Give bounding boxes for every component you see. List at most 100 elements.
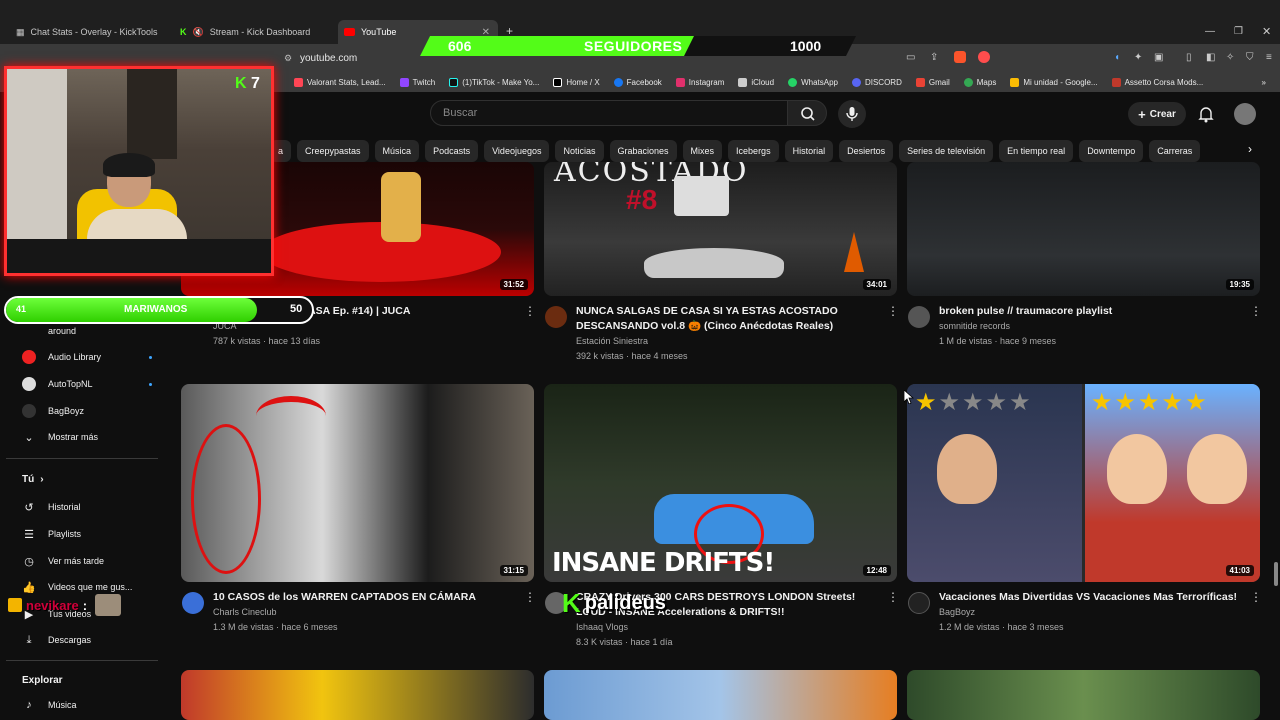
more-options-icon[interactable]: ⋮ [1250, 590, 1262, 604]
chip-musica[interactable]: Música [374, 140, 420, 162]
bookmark-icloud[interactable]: iCloud [738, 77, 774, 87]
channel-avatar[interactable] [545, 306, 567, 328]
close-window-button[interactable]: ✕ [1262, 25, 1271, 38]
sidebar-item-watch-later[interactable]: ◷ Ver más tarde [22, 554, 152, 568]
channel-avatar[interactable] [908, 592, 930, 614]
video-thumbnail[interactable]: ACOSTADO #8 34:01 [544, 162, 897, 296]
chip-grabaciones[interactable]: Grabaciones [609, 140, 677, 162]
bookmark-assetto[interactable]: Assetto Corsa Mods... [1111, 77, 1203, 87]
channel-avatar[interactable] [182, 592, 204, 614]
bookmark-x[interactable]: Home / X [553, 77, 600, 87]
sidebar-item-playlists[interactable]: ☰ Playlists [22, 527, 152, 541]
chip-carreras[interactable]: Carreras [1149, 140, 1201, 162]
chip-series-tv[interactable]: Series de televisión [899, 140, 994, 162]
channel-name[interactable]: Charls Cineclub [213, 605, 277, 620]
video-thumbnail[interactable]: INSANE DRIFTS! 12:48 [544, 384, 897, 582]
account-avatar[interactable] [1234, 103, 1256, 125]
shield-icon[interactable]: ⛉ [1246, 52, 1254, 63]
you-section-header[interactable]: Tú › [22, 474, 152, 485]
chip-tiempo-real[interactable]: En tiempo real [999, 140, 1074, 162]
page-scrollbar[interactable] [1274, 562, 1278, 586]
share-icon[interactable]: ⇪ [930, 52, 938, 63]
bookmark-tiktok[interactable]: (1)TikTok - Make Yo... [449, 77, 539, 87]
subscription-bagboyz[interactable]: BagBoyz [22, 404, 152, 418]
thumbnail-cone [844, 232, 864, 272]
minimize-button[interactable]: — [1205, 26, 1215, 37]
bookmark-gmail[interactable]: Gmail [915, 77, 950, 87]
bookmark-valorant[interactable]: Valorant Stats, Lead... [294, 77, 386, 87]
url-field[interactable]: youtube.com [300, 53, 357, 64]
show-more-button[interactable]: ⌄ Mostrar más [22, 430, 152, 444]
video-title[interactable]: Vacaciones Mas Divertidas VS Vacaciones … [939, 590, 1239, 605]
video-thumbnail[interactable] [544, 670, 897, 720]
more-options-icon[interactable]: ⋮ [887, 304, 899, 318]
video-thumbnail[interactable]: ★★★★★ ★★★★★ 41:03 [907, 384, 1260, 582]
channel-name[interactable]: somnitide records [939, 319, 1010, 334]
search-input[interactable]: Buscar [430, 100, 788, 126]
audio-icon[interactable]: ◖ [1114, 52, 1120, 63]
chip-mixes[interactable]: Mixes [682, 140, 723, 162]
voice-search-button[interactable] [838, 100, 866, 128]
more-options-icon[interactable]: ⋮ [1250, 304, 1262, 318]
chip-videojuegos[interactable]: Videojuegos [484, 140, 550, 162]
chip-noticias[interactable]: Noticias [555, 140, 604, 162]
bookmark-twitch[interactable]: Twitch [399, 77, 435, 87]
channel-name[interactable]: Ishaaq Vlogs [576, 620, 628, 635]
sidebar-item-historial[interactable]: ↺ Historial [22, 500, 152, 514]
channel-avatar[interactable] [908, 306, 930, 328]
chip-icebergs[interactable]: Icebergs [728, 140, 779, 162]
extensions-icon[interactable]: ✦ [1134, 52, 1142, 63]
tab-kick-dashboard[interactable]: K 🔇 Stream - Kick Dashboard [174, 20, 334, 44]
chip-historial[interactable]: Historial [784, 140, 834, 162]
video-title[interactable]: NUNCA SALGAS DE CASA SI YA ESTAS ACOSTAD… [576, 304, 876, 334]
subscription-autotopnl[interactable]: AutoTopNL [22, 377, 152, 391]
bookmark-whatsapp[interactable]: WhatsApp [788, 77, 838, 87]
notifications-bell-icon[interactable] [1198, 105, 1214, 123]
more-options-icon[interactable]: ⋮ [524, 304, 536, 318]
video-thumbnail[interactable]: 19:35 [907, 162, 1260, 296]
chip-downtempo[interactable]: Downtempo [1079, 140, 1144, 162]
channel-name[interactable]: Estación Siniestra [576, 334, 648, 349]
bookmark-instagram[interactable]: Instagram [675, 77, 724, 87]
bookmark-facebook[interactable]: Facebook [613, 77, 662, 87]
video-title[interactable]: 10 CASOS de los WARREN CAPTADOS EN CÁMAR… [213, 590, 513, 605]
sidebar-toggle-icon[interactable]: ▯ [1186, 52, 1192, 63]
subscription-audio-library[interactable]: Audio Library [22, 350, 152, 364]
menu-icon[interactable]: ≡ [1266, 52, 1272, 63]
cast-icon[interactable]: ▭ [906, 52, 915, 63]
video-thumbnail[interactable]: 31:15 [181, 384, 534, 582]
category-chips: a Creepypastas Música Podcasts Videojueg… [270, 140, 1201, 162]
more-options-icon[interactable]: ⋮ [524, 590, 536, 604]
brave-shield-icon[interactable] [954, 51, 966, 63]
chip-desiertos[interactable]: Desiertos [839, 140, 894, 162]
more-bookmarks-icon[interactable]: » [1262, 78, 1266, 87]
channel-avatar [22, 377, 36, 391]
bookmark-discord[interactable]: DISCORD [851, 77, 902, 87]
maximize-button[interactable]: ❐ [1234, 26, 1243, 37]
tab-chat-stats[interactable]: ▦ Chat Stats - Overlay - KickTools [10, 20, 170, 44]
wallet-icon[interactable]: ▣ [1154, 52, 1163, 63]
sidebar-item-downloads[interactable]: ⤓ Descargas [22, 633, 152, 647]
chip-creepypastas[interactable]: Creepypastas [297, 140, 369, 162]
chat-user-overlay: K palideus [562, 588, 666, 619]
subscription-around[interactable]: around [22, 324, 152, 338]
create-button[interactable]: + Crear [1128, 102, 1186, 126]
channel-name[interactable]: BagBoyz [939, 605, 975, 620]
video-thumbnail[interactable] [181, 670, 534, 720]
video-thumbnail[interactable] [907, 670, 1260, 720]
divider [6, 660, 158, 661]
bookmark-drive[interactable]: Mi unidad - Google... [1010, 77, 1098, 87]
search-button[interactable] [787, 100, 827, 126]
chip-podcasts[interactable]: Podcasts [425, 140, 479, 162]
more-options-icon[interactable]: ⋮ [887, 590, 899, 604]
bookmark-maps[interactable]: Maps [963, 77, 996, 87]
channel-avatar [22, 324, 36, 338]
leo-icon[interactable]: ✧ [1226, 52, 1234, 63]
video-title[interactable]: broken pulse // traumacore playlist [939, 304, 1239, 319]
sidebar-item-music[interactable]: ♪ Música [22, 698, 152, 712]
vpn-icon[interactable]: ◧ [1206, 52, 1215, 63]
rewards-icon[interactable] [978, 51, 990, 63]
site-info-icon[interactable]: ⚙ [284, 53, 292, 64]
sidebar-item-liked[interactable]: 👍 Videos que me gus... [22, 580, 152, 594]
chips-next-arrow-icon[interactable]: › [1248, 142, 1252, 156]
